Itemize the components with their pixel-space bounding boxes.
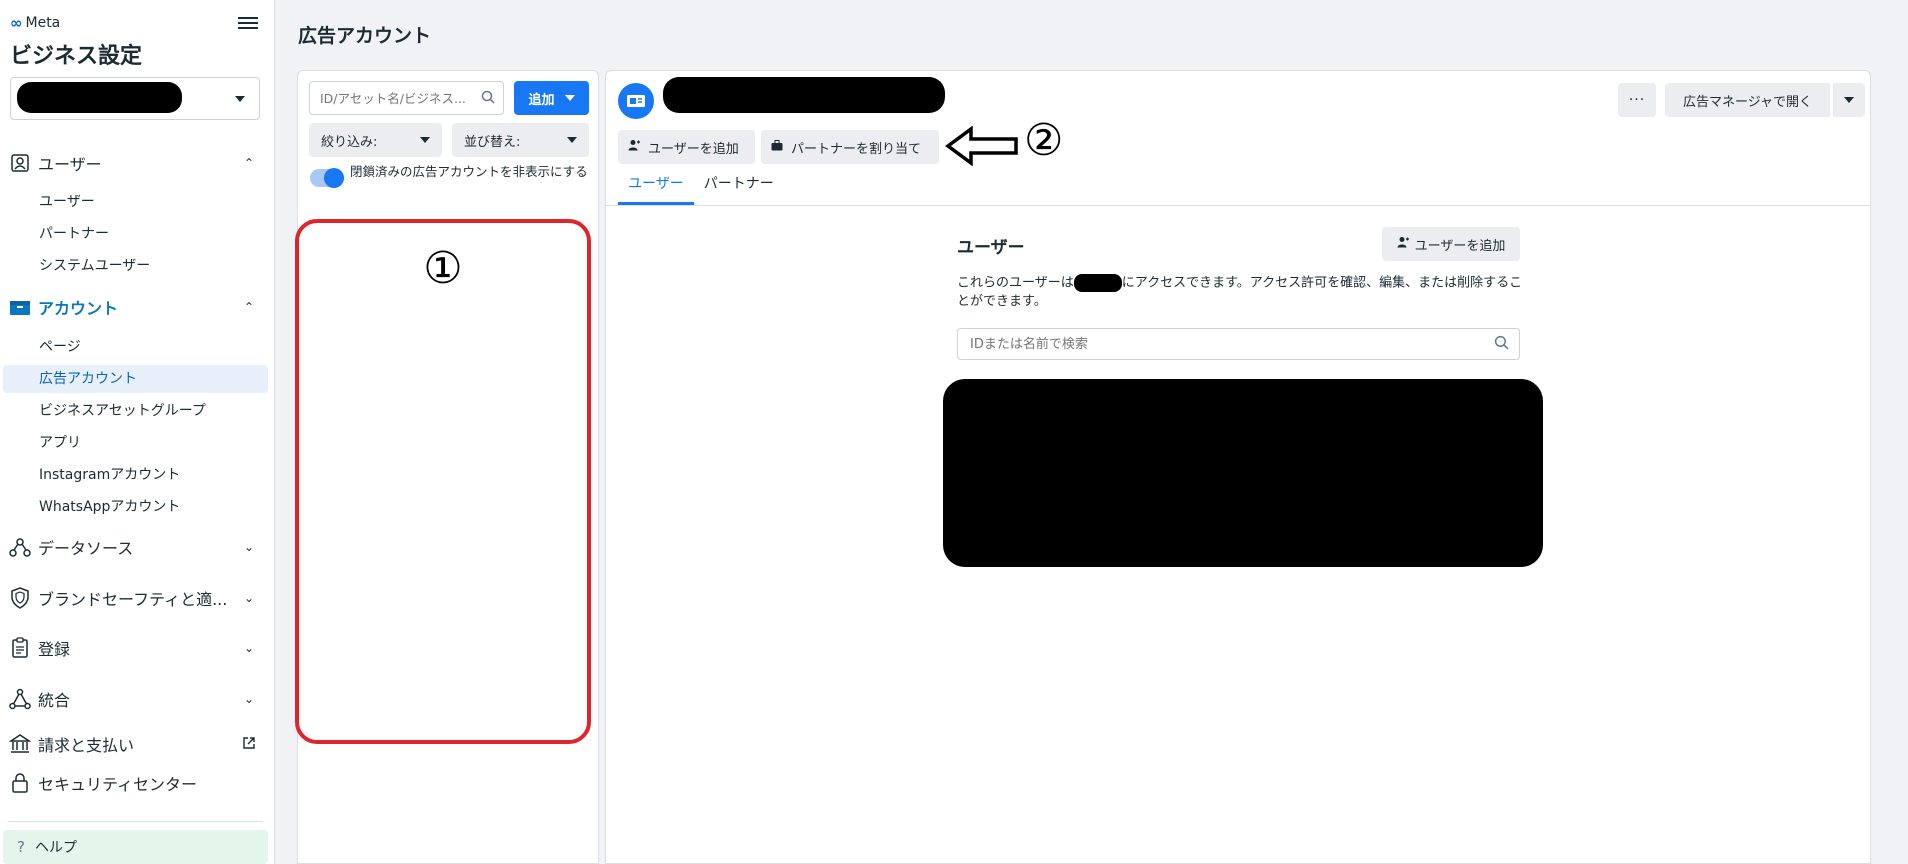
tab-users[interactable]: ユーザー <box>618 173 694 205</box>
sidebar-item-instagram-accounts[interactable]: Instagramアカウント <box>39 461 180 489</box>
sidebar-item-whatsapp-accounts[interactable]: WhatsAppアカウント <box>39 493 180 521</box>
redacted-account-name <box>663 77 945 113</box>
briefcase-icon <box>771 139 783 155</box>
lock-icon <box>8 771 32 795</box>
users-add-user-button[interactable]: ユーザーを追加 <box>1382 227 1520 261</box>
chevron-down-icon: ⌄ <box>243 591 255 605</box>
sidebar-section-billing[interactable]: 請求と支払い <box>0 730 275 758</box>
clipboard-icon <box>8 636 32 660</box>
assign-partner-button[interactable]: パートナーを割り当て <box>761 130 939 164</box>
chevron-down-icon: ⌄ <box>243 692 255 706</box>
chevron-down-icon: ⌄ <box>243 540 255 554</box>
person-icon <box>1397 236 1409 252</box>
sidebar-divider <box>8 821 263 822</box>
tab-partners[interactable]: パートナー <box>694 173 784 205</box>
sidebar-section-data-sources[interactable]: データソース ⌄ <box>0 533 275 561</box>
chevron-down-icon <box>567 137 577 143</box>
hamburger-menu-icon[interactable] <box>238 14 258 32</box>
ad-account-list-panel: 追加 絞り込み: 並び替え: 閉鎖済みの広告アカウントを非表示にする ① <box>295 70 599 864</box>
meta-infinity-icon: ∞ <box>10 14 23 32</box>
chevron-down-icon <box>564 95 575 101</box>
asset-search-input[interactable] <box>318 89 481 107</box>
user-card-icon <box>8 151 32 175</box>
page-app-title: ビジネス設定 <box>10 44 143 69</box>
sidebar-section-registration[interactable]: 登録 ⌄ <box>0 634 275 662</box>
question-mark-icon: ? <box>17 838 25 856</box>
annotation-number-1: ① <box>423 243 463 294</box>
person-icon <box>628 139 640 155</box>
add-button[interactable]: 追加 <box>514 81 589 115</box>
open-in-ads-manager-button[interactable]: 広告マネージャで開く <box>1665 83 1830 117</box>
sort-dropdown[interactable]: 並び替え: <box>452 123 589 157</box>
annotation-box-1: ① <box>295 219 591 744</box>
business-selector[interactable] <box>10 77 260 120</box>
annotation-number-2: ② <box>1024 115 1064 166</box>
sidebar-section-security-center[interactable]: セキュリティセンター <box>0 769 275 797</box>
annotation-arrow-left-icon <box>945 126 1018 166</box>
external-link-icon <box>237 736 261 752</box>
users-description: これらのユーザーは にアクセスできます。アクセス許可を確認、編集、または削除するこ… <box>957 274 1523 309</box>
asset-search-box[interactable] <box>309 81 504 115</box>
sidebar-section-accounts[interactable]: アカウント ⌃ <box>0 293 275 321</box>
hide-closed-accounts-label: 閉鎖済みの広告アカウントを非表示にする <box>350 164 588 179</box>
redacted-account-name-inline <box>1073 274 1122 292</box>
sidebar-item-users[interactable]: ユーザー <box>39 188 95 216</box>
ad-account-detail-panel: ··· 広告マネージャで開く ユーザーを追加 パートナーを割り当て ② ユーザー… <box>605 70 1871 864</box>
chevron-up-icon: ⌃ <box>243 300 255 314</box>
filter-dropdown[interactable]: 絞り込み: <box>309 123 442 157</box>
sidebar: ∞ Meta ビジネス設定 ユーザー ⌃ ユーザー パートナー システムユーザー… <box>0 0 275 864</box>
users-section-title: ユーザー <box>957 238 1025 258</box>
sidebar-item-help[interactable]: ? ヘルプ <box>3 830 268 864</box>
search-icon <box>1494 335 1509 354</box>
hide-closed-accounts-toggle[interactable] <box>310 168 344 188</box>
open-options-dropdown[interactable] <box>1833 83 1865 117</box>
shield-icon <box>8 586 32 610</box>
integration-icon <box>8 687 32 711</box>
data-sources-icon <box>8 535 32 559</box>
user-search-box[interactable] <box>957 328 1520 360</box>
briefcase-icon <box>8 295 32 319</box>
bank-icon <box>8 732 32 756</box>
chevron-down-icon <box>235 96 245 102</box>
tabs-divider <box>606 205 1870 206</box>
sidebar-item-business-asset-groups[interactable]: ビジネスアセットグループ <box>39 397 206 425</box>
sidebar-item-system-users[interactable]: システムユーザー <box>39 252 150 280</box>
chevron-down-icon <box>420 137 430 143</box>
more-options-button[interactable]: ··· <box>1618 83 1656 117</box>
redacted-user-list <box>943 379 1543 567</box>
page-title: 広告アカウント <box>298 25 432 47</box>
redacted-business-name <box>17 82 182 113</box>
sidebar-section-users[interactable]: ユーザー ⌃ <box>0 149 275 177</box>
sidebar-item-partners[interactable]: パートナー <box>39 220 109 248</box>
sidebar-section-brand-safety[interactable]: ブランドセーフティと適... ⌄ <box>0 584 275 612</box>
ad-account-icon <box>618 83 654 119</box>
chevron-down-icon: ⌄ <box>243 641 255 655</box>
sidebar-item-ad-accounts[interactable]: 広告アカウント <box>3 365 268 393</box>
chevron-up-icon: ⌃ <box>243 156 255 170</box>
meta-logo[interactable]: ∞ Meta <box>10 14 60 32</box>
sidebar-section-integration[interactable]: 統合 ⌄ <box>0 685 275 713</box>
sidebar-item-apps[interactable]: アプリ <box>39 429 81 457</box>
search-icon <box>481 89 495 108</box>
detail-tabs: ユーザー パートナー <box>618 173 784 205</box>
add-user-button[interactable]: ユーザーを追加 <box>618 130 755 164</box>
sidebar-item-pages[interactable]: ページ <box>39 333 81 361</box>
user-search-input[interactable] <box>968 335 1494 353</box>
chevron-down-icon <box>1844 97 1854 103</box>
